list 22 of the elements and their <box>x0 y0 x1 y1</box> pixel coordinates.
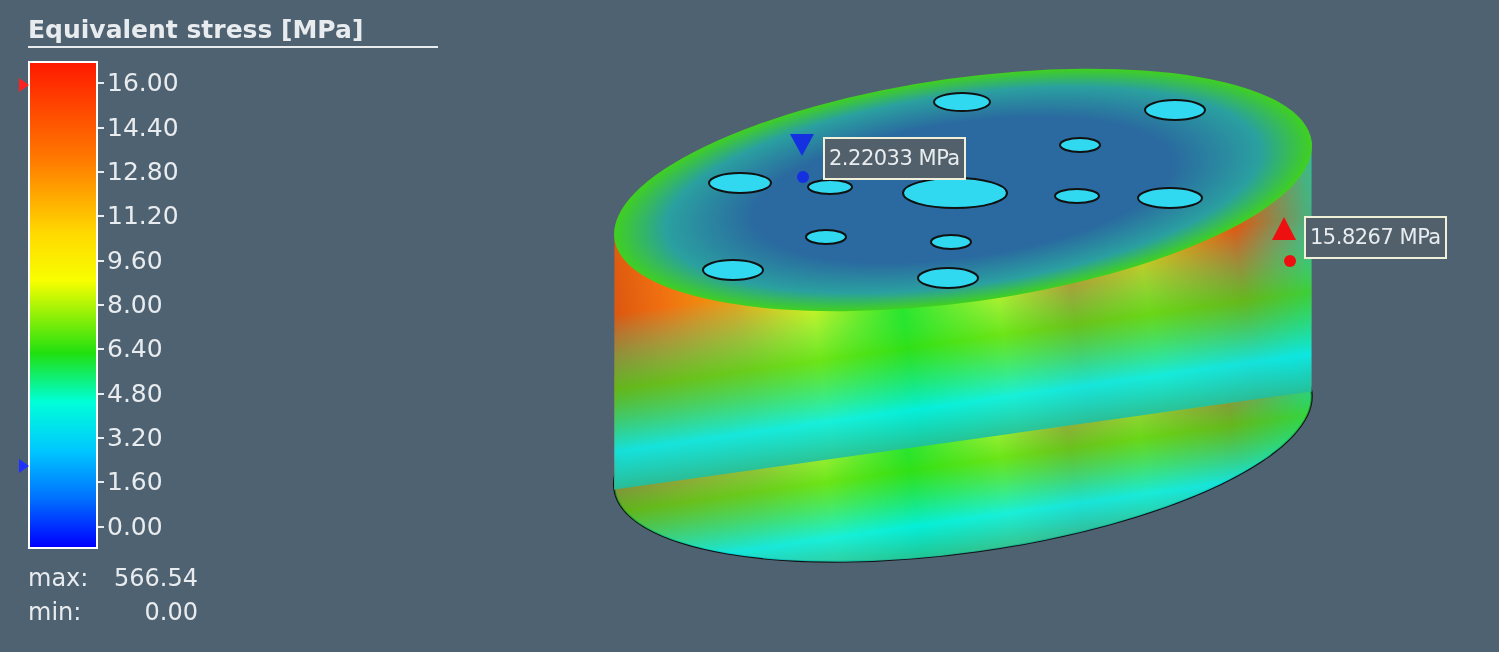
max-label: max: <box>28 563 89 594</box>
scale-tick-label: 0.00 <box>107 511 163 542</box>
scale-marker-icon <box>19 78 29 92</box>
probe-marker-icon <box>1272 217 1296 267</box>
scale-tick-label: 9.60 <box>107 245 163 276</box>
scale-marker-icon <box>19 459 29 473</box>
scale-tick-label: 16.00 <box>107 68 179 99</box>
scale-tick-label: 3.20 <box>107 423 163 454</box>
scale-tick-label: 14.40 <box>107 112 179 143</box>
scale-tick-label: 1.60 <box>107 467 163 498</box>
legend-title: Equivalent stress [MPa] <box>28 14 438 48</box>
scale-tick-label: 6.40 <box>107 334 163 365</box>
min-label: min: <box>28 597 82 628</box>
scale-tick-label: 4.80 <box>107 378 163 409</box>
max-value: 566.54 <box>114 563 198 594</box>
scale-tick-label: 8.00 <box>107 289 163 320</box>
probe-marker-icon <box>790 134 814 183</box>
probe-value-label: 15.8267 MPa <box>1304 216 1447 259</box>
probe-value-label: 2.22033 MPa <box>823 137 966 180</box>
min-value: 0.00 <box>144 597 198 628</box>
scale-tick-label: 11.20 <box>107 201 179 232</box>
scale-tick-label: 12.80 <box>107 156 179 187</box>
